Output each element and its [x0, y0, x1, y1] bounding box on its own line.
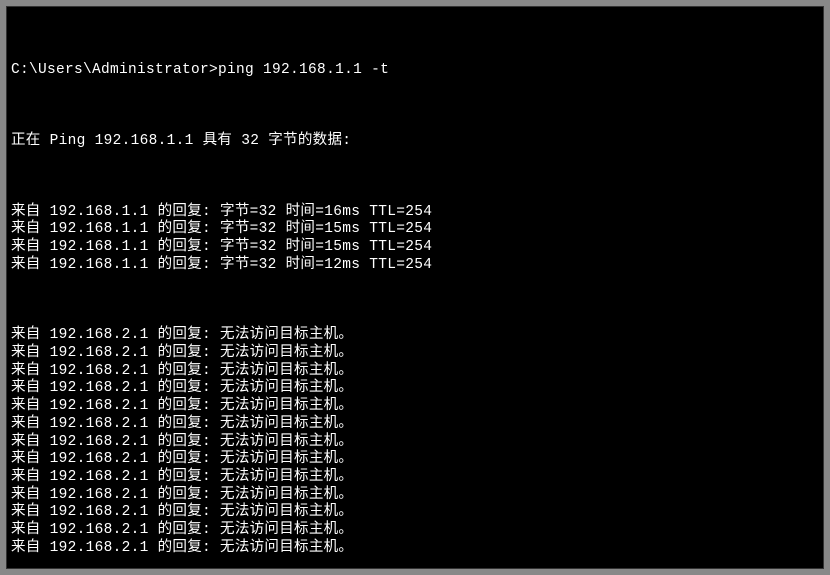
reply-line: 来自 192.168.1.1 的回复: 字节=32 时间=15ms TTL=25…: [7, 221, 823, 239]
unreachable-lines: 来自 192.168.2.1 的回复: 无法访问目标主机。来自 192.168.…: [7, 327, 823, 557]
unreachable-line: 来自 192.168.2.1 的回复: 无法访问目标主机。: [7, 469, 823, 487]
terminal[interactable]: C:\Users\Administrator>ping 192.168.1.1 …: [6, 6, 824, 569]
unreachable-line: 来自 192.168.2.1 的回复: 无法访问目标主机。: [7, 416, 823, 434]
unreachable-line: 来自 192.168.2.1 的回复: 无法访问目标主机。: [7, 540, 823, 558]
window-frame: C:\Users\Administrator>ping 192.168.1.1 …: [0, 0, 830, 575]
reply-line: 来自 192.168.1.1 的回复: 字节=32 时间=15ms TTL=25…: [7, 239, 823, 257]
unreachable-line: 来自 192.168.2.1 的回复: 无法访问目标主机。: [7, 327, 823, 345]
unreachable-line: 来自 192.168.2.1 的回复: 无法访问目标主机。: [7, 398, 823, 416]
unreachable-line: 来自 192.168.2.1 的回复: 无法访问目标主机。: [7, 434, 823, 452]
unreachable-line: 来自 192.168.2.1 的回复: 无法访问目标主机。: [7, 363, 823, 381]
unreachable-line: 来自 192.168.2.1 的回复: 无法访问目标主机。: [7, 345, 823, 363]
header-body: Ping 192.168.1.1 具有 32 字节的数据:: [41, 133, 352, 149]
cwd: C:\Users\Administrator>: [11, 62, 218, 78]
prompt-line: C:\Users\Administrator>ping 192.168.1.1 …: [7, 62, 823, 80]
unreachable-line: 来自 192.168.2.1 的回复: 无法访问目标主机。: [7, 380, 823, 398]
ping-header: 正在 Ping 192.168.1.1 具有 32 字节的数据:: [7, 133, 823, 151]
command-text: ping 192.168.1.1 -t: [218, 62, 389, 78]
unreachable-line: 来自 192.168.2.1 的回复: 无法访问目标主机。: [7, 451, 823, 469]
header-prefix: 正在: [11, 133, 41, 149]
unreachable-line: 来自 192.168.2.1 的回复: 无法访问目标主机。: [7, 487, 823, 505]
reply-line: 来自 192.168.1.1 的回复: 字节=32 时间=12ms TTL=25…: [7, 257, 823, 275]
replies-top: 来自 192.168.1.1 的回复: 字节=32 时间=16ms TTL=25…: [7, 204, 823, 275]
reply-line: 来自 192.168.1.1 的回复: 字节=32 时间=16ms TTL=25…: [7, 204, 823, 222]
unreachable-line: 来自 192.168.2.1 的回复: 无法访问目标主机。: [7, 522, 823, 540]
unreachable-line: 来自 192.168.2.1 的回复: 无法访问目标主机。: [7, 504, 823, 522]
